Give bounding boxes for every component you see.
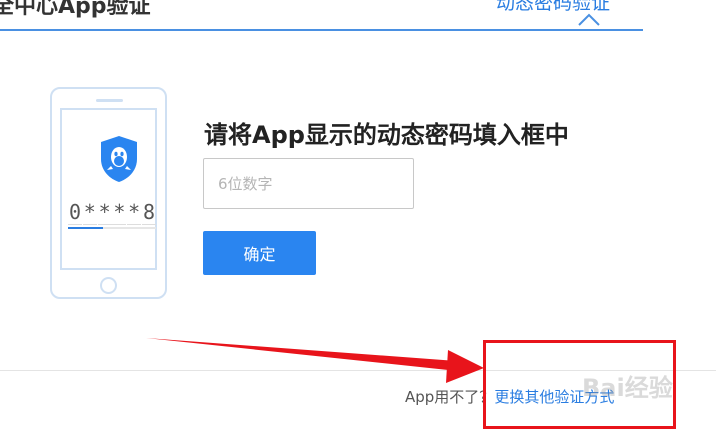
footer-text: App用不了？更换其他验证方式	[405, 386, 614, 407]
phone-screen: 0 * * * * 8	[60, 108, 157, 270]
code-digit: *	[97, 199, 112, 225]
code-digit: *	[82, 199, 97, 225]
code-digit: 0	[68, 199, 82, 225]
page-title: 全中心App验证	[0, 0, 151, 19]
phone-illustration: 0 * * * * 8	[50, 87, 167, 299]
code-timer-bar	[68, 227, 156, 229]
code-digit: *	[127, 199, 142, 225]
qq-shield-icon	[101, 136, 137, 182]
footer-question: App用不了？	[405, 388, 495, 406]
header-divider	[0, 29, 643, 31]
sample-code-digits: 0 * * * * 8	[68, 199, 156, 225]
code-digit: 8	[141, 199, 156, 225]
annotation-highlight-box	[483, 340, 676, 429]
code-timer-fill	[68, 227, 104, 229]
footer-divider	[0, 370, 716, 371]
switch-verification-link[interactable]: 更换其他验证方式	[494, 388, 614, 406]
dynamic-code-input[interactable]	[203, 158, 414, 209]
phone-speaker	[96, 99, 123, 102]
instruction-heading: 请将App显示的动态密码填入框中	[204, 121, 569, 149]
confirm-button[interactable]: 确定	[203, 231, 316, 275]
phone-home-button	[100, 277, 117, 294]
chevron-up-icon[interactable]	[578, 12, 600, 26]
code-digit: *	[112, 199, 127, 225]
